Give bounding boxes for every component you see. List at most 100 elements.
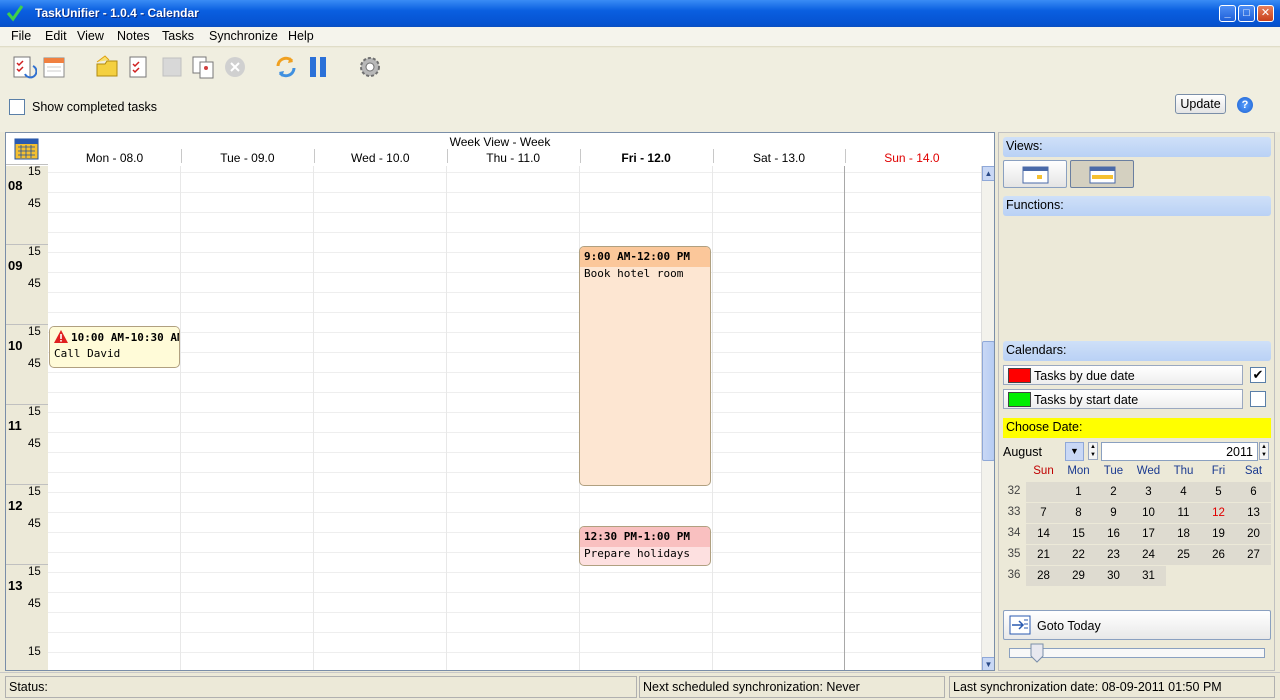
copy-icon[interactable] (190, 54, 216, 80)
task-list-icon[interactable] (11, 54, 37, 80)
hour-divider (6, 484, 48, 485)
hour-label: 12 (8, 498, 23, 513)
close-icon[interactable]: ✕ (1257, 5, 1274, 22)
menu-edit[interactable]: Edit (45, 29, 67, 43)
pause-icon[interactable] (305, 54, 331, 80)
date-cell[interactable]: 3 (1131, 482, 1166, 502)
month-spinner-icon[interactable]: ▲ ▼ (1088, 442, 1098, 460)
slot-line (48, 172, 981, 173)
calendar-body[interactable]: 15 08 45 15 09 45 15 10 45 15 11 45 15 12 45 15 13 45 15 1… (6, 164, 981, 670)
calendar-event[interactable]: 9:00 AM-12:00 PM Book hotel room (579, 246, 711, 486)
calendar-grid-icon[interactable] (14, 138, 39, 160)
minute-label: 15 (28, 406, 41, 418)
date-cell[interactable]: 13 (1236, 503, 1271, 523)
minimize-icon[interactable]: _ (1219, 5, 1236, 22)
date-cell[interactable]: 21 (1026, 545, 1061, 565)
scroll-up-icon[interactable]: ▲ (982, 166, 994, 181)
calendar-icon[interactable] (41, 54, 67, 80)
calendar-event[interactable]: 10:00 AM-10:30 AM Call David (49, 326, 180, 368)
date-cell[interactable]: 31 (1131, 566, 1166, 586)
menu-help[interactable]: Help (288, 29, 314, 43)
date-cell[interactable]: 14 (1026, 524, 1061, 544)
hour-divider (6, 564, 48, 565)
slot-line (48, 352, 981, 353)
day-header[interactable]: Wed - 10.0 (314, 151, 447, 165)
date-cell[interactable]: 6 (1236, 482, 1271, 502)
day-grid[interactable]: 10:00 AM-10:30 AM Call David 9:00 AM-12:00… (48, 166, 981, 670)
hour-divider (6, 164, 48, 165)
goto-today-button[interactable]: Goto Today (1003, 610, 1271, 640)
event-time-text: 9:00 AM-12:00 PM (584, 250, 690, 263)
day-header[interactable]: Mon - 08.0 (48, 151, 181, 165)
date-cell[interactable]: 15 (1061, 524, 1096, 544)
date-cell[interactable]: 5 (1201, 482, 1236, 502)
menu-notes[interactable]: Notes (117, 29, 150, 43)
date-cell[interactable]: 12 (1201, 503, 1236, 523)
due-date-color-swatch (1008, 368, 1031, 383)
date-cell[interactable]: 29 (1061, 566, 1096, 586)
zoom-slider[interactable] (1009, 648, 1265, 658)
scroll-thumb[interactable] (982, 341, 994, 461)
day-column-divider (844, 166, 846, 670)
week-number: 36 (1007, 569, 1021, 581)
date-cell[interactable]: 11 (1166, 503, 1201, 523)
date-cell[interactable]: 25 (1166, 545, 1201, 565)
date-cell[interactable]: 1 (1061, 482, 1096, 502)
month-dropdown-icon[interactable]: ▼ (1065, 442, 1084, 461)
calendar-start-date[interactable]: Tasks by start date (1003, 389, 1243, 409)
date-cell[interactable]: 30 (1096, 566, 1131, 586)
settings-gear-icon[interactable] (357, 54, 383, 80)
menu-file[interactable]: File (11, 29, 31, 43)
date-cell[interactable]: 8 (1061, 503, 1096, 523)
calendar-due-date[interactable]: Tasks by due date (1003, 365, 1243, 385)
hour-label: 13 (8, 578, 23, 593)
date-cell[interactable]: 22 (1061, 545, 1096, 565)
calendar-scrollbar[interactable]: ▲ ▼ (981, 166, 994, 670)
date-cell[interactable]: 10 (1131, 503, 1166, 523)
new-folder-icon[interactable] (94, 54, 120, 80)
show-completed-checkbox[interactable] (9, 99, 25, 115)
maximize-icon[interactable]: □ (1238, 5, 1255, 22)
date-cell[interactable]: 27 (1236, 545, 1271, 565)
day-column-divider (711, 166, 713, 670)
due-date-checkbox[interactable]: ✔ (1250, 367, 1266, 383)
calendar-event[interactable]: 12:30 PM-1:00 PM Prepare holidays (579, 526, 711, 566)
help-icon[interactable]: ? (1237, 97, 1253, 113)
year-field[interactable]: 2011 (1101, 442, 1258, 461)
day-view-button[interactable] (1003, 160, 1067, 188)
synchronize-icon[interactable] (273, 54, 299, 80)
edit-disabled-icon[interactable] (159, 54, 185, 80)
day-header[interactable]: Tue - 09.0 (181, 151, 314, 165)
date-cell[interactable]: 2 (1096, 482, 1131, 502)
delete-disabled-icon[interactable] (222, 54, 248, 80)
minute-label: 45 (28, 198, 41, 210)
date-cell[interactable]: 4 (1166, 482, 1201, 502)
zoom-slider-knob[interactable] (1030, 643, 1044, 663)
menu-tasks[interactable]: Tasks (162, 29, 194, 43)
new-task-icon[interactable] (126, 54, 152, 80)
date-cell[interactable]: 16 (1096, 524, 1131, 544)
date-cell[interactable]: 19 (1201, 524, 1236, 544)
date-cell[interactable]: 26 (1201, 545, 1236, 565)
date-cell[interactable]: 24 (1131, 545, 1166, 565)
menu-view[interactable]: View (77, 29, 104, 43)
date-cell[interactable]: 20 (1236, 524, 1271, 544)
date-cell[interactable]: 9 (1096, 503, 1131, 523)
status-text: Status: (5, 676, 637, 698)
menu-synchronize[interactable]: Synchronize (209, 29, 278, 43)
update-button[interactable]: Update (1175, 94, 1226, 114)
year-spinner-icon[interactable]: ▲ ▼ (1259, 442, 1269, 460)
day-header[interactable]: Sun - 14.0 (845, 151, 978, 165)
date-cell[interactable]: 28 (1026, 566, 1061, 586)
scroll-down-icon[interactable]: ▼ (982, 657, 994, 670)
day-header[interactable]: Sat - 13.0 (713, 151, 846, 165)
date-cell[interactable]: 17 (1131, 524, 1166, 544)
start-date-checkbox[interactable] (1250, 391, 1266, 407)
day-header[interactable]: Thu - 11.0 (447, 151, 580, 165)
date-cell[interactable]: 18 (1166, 524, 1201, 544)
week-view-button[interactable] (1070, 160, 1134, 188)
date-cell[interactable]: 7 (1026, 503, 1061, 523)
date-cell[interactable]: 23 (1096, 545, 1131, 565)
slot-line (48, 392, 981, 393)
day-header[interactable]: Fri - 12.0 (580, 151, 713, 165)
